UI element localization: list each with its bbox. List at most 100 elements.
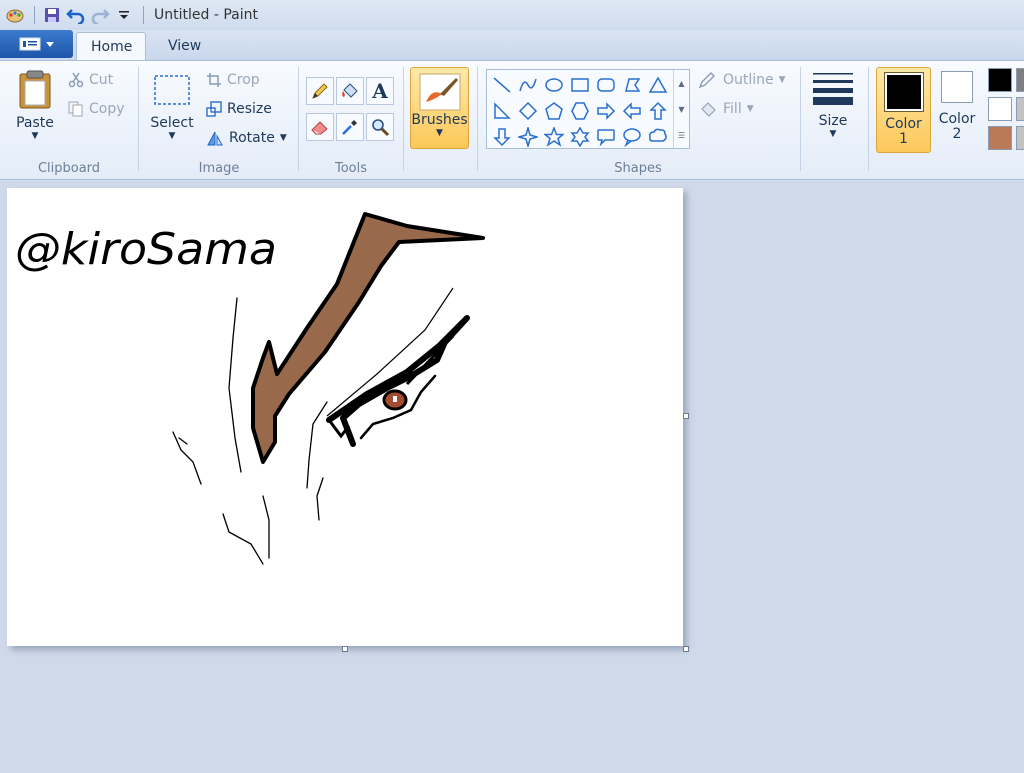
rounded-rectangle-shape-icon[interactable] <box>593 72 619 98</box>
color1-number: 1 <box>899 131 908 147</box>
palette-swatch-gray[interactable] <box>1016 68 1024 92</box>
paint-menu-button[interactable] <box>0 30 73 58</box>
select-button[interactable]: Select ▼ <box>148 73 196 141</box>
canvas-resize-handle-right[interactable] <box>683 413 689 419</box>
color-picker-icon[interactable] <box>336 113 364 141</box>
scroll-up-icon[interactable]: ▲ <box>678 79 684 88</box>
cloud-callout-shape-icon[interactable] <box>645 124 671 150</box>
tools-group: A Tools <box>300 61 402 179</box>
select-icon <box>154 75 190 105</box>
title-separator <box>143 6 144 24</box>
brushes-button[interactable]: Brushes ▼ <box>410 67 469 149</box>
ribbon-home: Paste ▼ Cut Copy Clipboard Select ▼ Crop… <box>0 60 1024 180</box>
brushes-dropdown-icon: ▼ <box>436 128 443 138</box>
color1-button[interactable]: Color 1 <box>876 67 931 153</box>
size-label: Size <box>818 113 848 129</box>
cut-button[interactable]: Cut <box>68 69 113 91</box>
tab-view[interactable]: View <box>154 32 215 60</box>
scroll-down-icon[interactable]: ▼ <box>678 105 684 114</box>
resize-icon <box>206 101 222 117</box>
curve-shape-icon[interactable] <box>515 72 541 98</box>
down-arrow-shape-icon[interactable] <box>489 124 515 150</box>
rotate-label: Rotate <box>229 130 275 146</box>
tab-home[interactable]: Home <box>76 32 146 60</box>
image-group-label: Image <box>198 161 240 176</box>
oval-callout-shape-icon[interactable] <box>619 124 645 150</box>
expand-gallery-icon[interactable]: ☰ <box>678 131 685 140</box>
six-point-star-shape-icon[interactable] <box>567 124 593 150</box>
undo-icon[interactable] <box>65 4 87 26</box>
color1-label: Color <box>885 116 922 132</box>
brushes-label: Brushes <box>411 112 468 128</box>
save-icon[interactable] <box>41 4 63 26</box>
paint-app-icon[interactable] <box>4 4 26 26</box>
copy-label: Copy <box>89 101 125 117</box>
group-divider <box>138 67 139 171</box>
rounded-callout-shape-icon[interactable] <box>593 124 619 150</box>
right-arrow-shape-icon[interactable] <box>593 98 619 124</box>
eraser-icon[interactable] <box>306 113 334 141</box>
crop-label: Crop <box>227 72 260 88</box>
pentagon-shape-icon[interactable] <box>541 98 567 124</box>
chevron-down-icon <box>45 42 54 47</box>
polygon-shape-icon[interactable] <box>619 72 645 98</box>
paste-button[interactable]: Paste ▼ <box>10 69 60 141</box>
five-point-star-shape-icon[interactable] <box>541 124 567 150</box>
fill-icon[interactable] <box>336 77 364 105</box>
quick-access-separator <box>34 6 35 24</box>
palette-swatch-light-gray[interactable] <box>1016 97 1024 121</box>
outline-label: Outline <box>723 72 774 88</box>
crop-button[interactable]: Crop <box>206 69 260 91</box>
outline-button[interactable]: Outline ▼ <box>698 69 786 91</box>
canvas-resize-handle-bottom[interactable] <box>342 646 348 652</box>
oval-shape-icon[interactable] <box>541 72 567 98</box>
canvas-artwork: @kiroSama <box>15 212 485 565</box>
text-icon[interactable]: A <box>366 77 394 105</box>
shapes-scrollbar[interactable]: ▲ ▼ ☰ <box>673 70 689 148</box>
eyelid-line <box>326 315 470 447</box>
palette-swatch-black[interactable] <box>988 68 1012 92</box>
hexagon-shape-icon[interactable] <box>567 98 593 124</box>
shapes-group-label: Shapes <box>614 161 662 176</box>
tools-grid: A <box>306 77 394 143</box>
clipboard-group: Paste ▼ Cut Copy Clipboard <box>0 61 138 179</box>
resize-label: Resize <box>227 101 272 117</box>
group-divider <box>298 67 299 171</box>
rectangle-shape-icon[interactable] <box>567 72 593 98</box>
four-point-star-shape-icon[interactable] <box>515 124 541 150</box>
fill-label: Fill <box>723 101 742 117</box>
size-dropdown-icon: ▼ <box>829 129 837 139</box>
copy-button[interactable]: Copy <box>68 98 125 120</box>
triangle-shape-icon[interactable] <box>645 72 671 98</box>
rotate-button[interactable]: Rotate ▼ <box>206 127 287 149</box>
crop-icon <box>207 73 221 87</box>
size-button[interactable]: Size ▼ <box>808 71 858 139</box>
customize-dropdown-icon[interactable] <box>113 4 135 26</box>
palette-swatch-white[interactable] <box>988 97 1012 121</box>
select-dropdown-icon: ▼ <box>168 131 176 141</box>
canvas-resize-handle-corner[interactable] <box>683 646 689 652</box>
drawing-canvas[interactable]: @kiroSama <box>7 188 683 646</box>
palette-swatch-brown[interactable] <box>988 126 1012 150</box>
clipboard-group-label: Clipboard <box>37 161 101 176</box>
redo-icon[interactable] <box>89 4 111 26</box>
shapes-grid <box>489 72 671 150</box>
diamond-shape-icon[interactable] <box>515 98 541 124</box>
up-arrow-shape-icon[interactable] <box>645 98 671 124</box>
fill-dropdown-icon: ▼ <box>746 104 754 114</box>
color2-button[interactable]: Color 2 <box>934 71 980 157</box>
window-title: Untitled - Paint <box>154 7 258 23</box>
palette-swatch-silver[interactable] <box>1016 126 1024 150</box>
paint-menu-icon <box>19 37 40 51</box>
right-triangle-shape-icon[interactable] <box>489 98 515 124</box>
resize-button[interactable]: Resize <box>206 98 272 120</box>
left-arrow-shape-icon[interactable] <box>619 98 645 124</box>
magnifier-icon[interactable] <box>366 113 394 141</box>
outline-dropdown-icon: ▼ <box>778 75 786 85</box>
pencil-icon[interactable] <box>306 77 334 105</box>
title-bar: Untitled - Paint <box>0 0 1024 30</box>
line-size-icon <box>813 73 853 105</box>
paste-icon <box>19 70 51 109</box>
line-shape-icon[interactable] <box>489 72 515 98</box>
fill-button[interactable]: Fill ▼ <box>698 98 754 120</box>
